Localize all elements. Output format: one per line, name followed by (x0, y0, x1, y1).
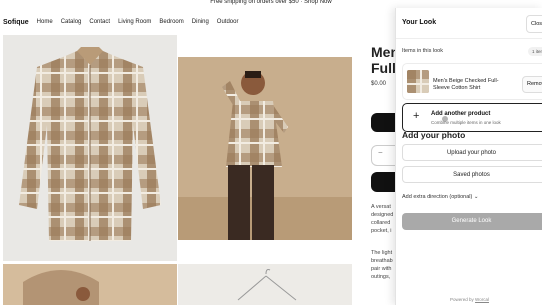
product-image-3[interactable] (3, 264, 177, 305)
panel-title: Your Look (402, 19, 437, 26)
nav-bedroom[interactable]: Bedroom (159, 19, 183, 25)
top-nav: Sofique Home Catalog Contact Living Room… (0, 14, 246, 30)
nav-home[interactable]: Home (37, 19, 53, 25)
close-button[interactable]: Close (526, 15, 542, 33)
nav-contact[interactable]: Contact (89, 19, 110, 25)
checked-shirt-illustration (19, 47, 161, 241)
shirt-thumbnail-icon (407, 70, 429, 93)
hanger-photo-illustration (178, 264, 352, 305)
item-count-badge: 1 item (528, 47, 542, 56)
generate-look-button[interactable]: Generate Look (402, 213, 542, 230)
product-image-model[interactable] (178, 57, 352, 240)
look-item-row: Men's Beige Checked Full-Sleeve Cotton S… (402, 63, 542, 100)
model-photo-illustration (178, 57, 352, 240)
extra-direction-toggle[interactable]: Add extra direction (optional) ⌄ (402, 194, 478, 200)
item-name: Men's Beige Checked Full-Sleeve Cotton S… (433, 78, 499, 91)
plus-icon: + (413, 110, 420, 122)
upload-photo-button[interactable]: Upload your photo (402, 144, 542, 161)
arch-photo-illustration (3, 264, 177, 305)
saved-photos-button[interactable]: Saved photos (402, 166, 542, 183)
mouse-cursor-icon (442, 116, 448, 122)
nav-living-room[interactable]: Living Room (118, 19, 151, 25)
brand-logo[interactable]: Sofique (3, 19, 29, 26)
powered-by: Powered by Worcal (396, 297, 542, 302)
add-another-subtitle: Combine multiple items in one look (431, 120, 501, 125)
powered-by-prefix: Powered by (450, 297, 474, 302)
add-another-title: Add another product (431, 111, 491, 117)
product-image-4[interactable] (178, 264, 352, 305)
nav-outdoor[interactable]: Outdoor (217, 19, 239, 25)
promo-banner[interactable]: Free shipping on orders over $50 · Shop … (0, 0, 542, 8)
your-look-panel: Your Look Close Items in this look 1 ite… (395, 8, 542, 305)
add-another-product-button[interactable]: + Add another product Combine multiple i… (402, 103, 542, 132)
item-thumbnail (407, 70, 429, 93)
add-photo-heading: Add your photo (402, 130, 466, 140)
nav-catalog[interactable]: Catalog (61, 19, 82, 25)
items-section-label: Items in this look (402, 48, 443, 54)
product-price: $0.00 (371, 81, 387, 87)
remove-item-button[interactable]: Remove (522, 76, 542, 93)
panel-divider (396, 38, 542, 39)
quantity-minus-button[interactable]: − (378, 148, 383, 157)
powered-by-link[interactable]: Worcal (475, 297, 489, 302)
nav-dining[interactable]: Dining (192, 19, 209, 25)
product-image-shirt[interactable] (3, 35, 177, 261)
